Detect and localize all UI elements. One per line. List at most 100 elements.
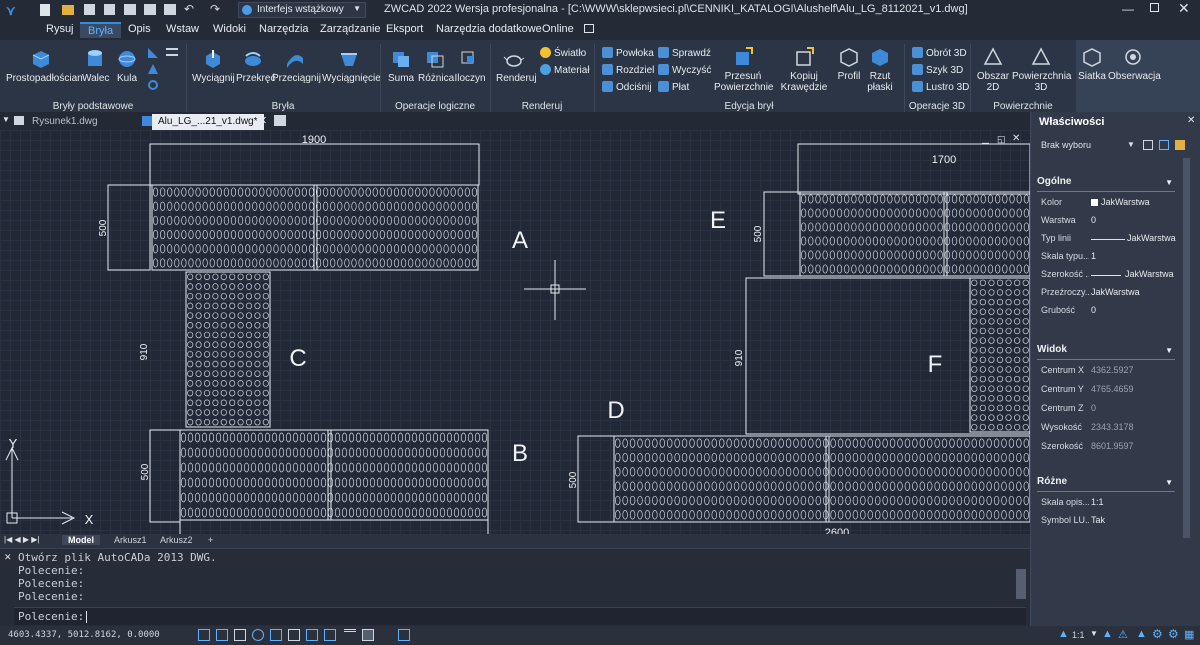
snap-toggle-icon[interactable]	[216, 629, 228, 641]
polar-toggle-icon[interactable]	[252, 629, 264, 641]
preview-icon[interactable]	[144, 4, 156, 15]
polysolid-icon[interactable]	[166, 48, 178, 56]
sphere-button[interactable]: Kula	[116, 48, 138, 84]
maximize-icon[interactable]	[1150, 3, 1159, 12]
tab-model[interactable]: Model	[62, 535, 100, 545]
chevron-down-icon[interactable]: ▼	[1127, 140, 1135, 149]
otrack-toggle-icon[interactable]	[288, 629, 300, 641]
array3d-button[interactable]: Szyk 3D	[912, 64, 963, 76]
shelf-a[interactable]	[151, 184, 479, 271]
dyn-input-icon[interactable]	[306, 629, 318, 641]
tab-alu-lg[interactable]: Alu_LG_...21_v1.dwg*	[152, 114, 264, 130]
prop-row[interactable]: Symbol LU... Tak	[1041, 512, 1191, 530]
prop-row[interactable]: Skala typu... 1	[1041, 248, 1191, 266]
drawing-svg[interactable]: 1900 500 A 910 C 500 B 1700 500 E 910 F 500 2600 D Y X	[0, 130, 1030, 534]
prop-row[interactable]: Szerokość ... JakWarstwa	[1041, 266, 1191, 284]
grid-button[interactable]: Siatka	[1078, 46, 1106, 82]
material-button[interactable]: Materiał	[540, 64, 590, 76]
wedge-icon[interactable]	[148, 48, 158, 58]
lineweight-toggle-icon[interactable]	[344, 629, 356, 641]
properties-scrollbar[interactable]	[1183, 158, 1190, 538]
shelf-d[interactable]	[613, 435, 1030, 523]
tab-list-chevron-icon[interactable]: ▼	[2, 115, 10, 124]
flatshot-button[interactable]: Rzut płaski	[866, 46, 894, 93]
annotation-visibility-icon[interactable]: ▲	[1102, 628, 1113, 640]
tab-opis[interactable]: Opis	[128, 23, 151, 35]
quick-select-icon[interactable]	[1175, 140, 1185, 150]
shelf-e[interactable]	[799, 191, 1030, 277]
undo-icon[interactable]: ↶	[184, 2, 194, 16]
observe-button[interactable]: Obserwacja	[1108, 46, 1161, 82]
mirror3d-button[interactable]: Lustro 3D	[912, 81, 969, 93]
section-view[interactable]: Widok ▼	[1037, 344, 1175, 360]
shelf-c[interactable]	[185, 271, 271, 428]
tab-add-layout[interactable]: +	[208, 535, 213, 545]
prop-row[interactable]: Typ linii JakWarstwa	[1041, 230, 1191, 248]
union-button[interactable]: Suma	[388, 48, 414, 84]
fullscreen-icon[interactable]: ▦	[1184, 628, 1194, 641]
revolve-button[interactable]: Przekręć	[236, 48, 275, 84]
open-folder-icon[interactable]	[62, 5, 74, 15]
transparency-toggle-icon[interactable]	[362, 629, 374, 641]
section-misc[interactable]: Różne ▼	[1037, 476, 1175, 492]
properties-close-icon[interactable]: ✕	[1187, 115, 1195, 126]
rotate3d-button[interactable]: Obrót 3D	[912, 47, 967, 59]
tab-eksport[interactable]: Eksport	[386, 23, 423, 35]
tab-zarzadzanie[interactable]: Zarządzanie	[320, 23, 381, 35]
shelf-f[interactable]	[969, 277, 1030, 433]
prop-row[interactable]: Przeźroczy... JakWarstwa	[1041, 284, 1191, 302]
tab-narzedzia-dodatkowe[interactable]: Narzędzia dodatkowe	[436, 23, 542, 35]
loft-button[interactable]: Wyciągnięcie	[322, 48, 381, 84]
tab-rysunek1[interactable]: Rysunek1.dwg	[26, 114, 104, 130]
ucs-toggle-icon[interactable]	[324, 629, 336, 641]
tab-wstaw[interactable]: Wstaw	[166, 23, 199, 35]
selection-dropdown[interactable]: Brak wyboru	[1041, 140, 1091, 150]
tab-online[interactable]: Online	[542, 23, 574, 35]
cylinder-button[interactable]: Walec	[82, 48, 109, 84]
flat-button[interactable]: Płat	[658, 81, 689, 93]
close-icon[interactable]: ✕	[1178, 0, 1190, 17]
settings-gear-icon[interactable]: ⚙	[1152, 627, 1163, 641]
imprint-button[interactable]: Odciśnij	[602, 81, 652, 93]
workspace-select[interactable]: Interfejs wstążkowy ▼	[238, 2, 366, 18]
viewport-restore-icon[interactable]: ◱	[997, 134, 1006, 145]
tab-narzedzia[interactable]: Narzędzia	[259, 23, 309, 35]
shell-button[interactable]: Powłoka	[602, 47, 654, 59]
minimize-icon[interactable]: —	[1122, 2, 1134, 16]
command-close-icon[interactable]: ✕	[4, 552, 12, 563]
shelf-b[interactable]	[179, 429, 489, 521]
drawing-canvas[interactable]: 1900 500 A 910 C 500 B 1700 500 E 910 F 500 2600 D Y X ▁…	[0, 130, 1030, 534]
prop-row[interactable]: Warstwa 0	[1041, 212, 1191, 230]
new-tab-icon[interactable]	[274, 115, 286, 126]
tab-close-icon[interactable]: ✕	[258, 114, 267, 127]
workspace-switch-icon[interactable]: ▲	[1136, 628, 1147, 640]
clean-button[interactable]: Wyczyść	[658, 64, 711, 76]
copy-edges-button[interactable]: Kopiuj Krawędzie	[778, 46, 830, 93]
isolate-icon[interactable]: ⚙	[1168, 627, 1179, 641]
tab-bryla[interactable]: Bryła	[80, 22, 122, 38]
app-logo-icon[interactable]: ⋎	[6, 3, 22, 18]
annotation-scale[interactable]: 1:1	[1072, 630, 1085, 640]
move-faces-button[interactable]: Przesuń Powierzchnie	[714, 46, 773, 93]
intersect-button[interactable]: Iloczyn	[454, 48, 486, 84]
plot-icon[interactable]	[124, 4, 136, 15]
osnap-toggle-icon[interactable]	[270, 629, 282, 641]
ribbon-toggle-icon[interactable]	[584, 24, 594, 33]
section-general[interactable]: Ogólne ▼	[1037, 176, 1175, 192]
tab-arkusz1[interactable]: Arkusz1	[114, 535, 147, 545]
viewport-close-icon[interactable]: ✕	[1012, 133, 1020, 144]
first-layout-icon[interactable]: |◀ ◀ ▶ ▶|	[4, 535, 39, 544]
print-icon[interactable]	[164, 4, 176, 15]
save-icon[interactable]	[84, 4, 95, 15]
planesurf-button[interactable]: Obszar 2D	[976, 46, 1010, 93]
check-button[interactable]: Sprawdź	[658, 47, 711, 59]
tab-menu-icon[interactable]	[14, 116, 24, 125]
separate-button[interactable]: Rozdziel	[602, 64, 654, 76]
chevron-down-icon[interactable]: ▼	[1090, 629, 1098, 638]
light-button[interactable]: Światło	[540, 47, 586, 59]
grid-toggle-icon[interactable]	[198, 629, 210, 641]
tab-arkusz2[interactable]: Arkusz2	[160, 535, 193, 545]
command-scrollbar[interactable]	[1016, 569, 1026, 599]
toggle-pickadd-icon[interactable]	[1143, 140, 1153, 150]
box-button[interactable]: Prostopadłościan	[6, 48, 83, 84]
